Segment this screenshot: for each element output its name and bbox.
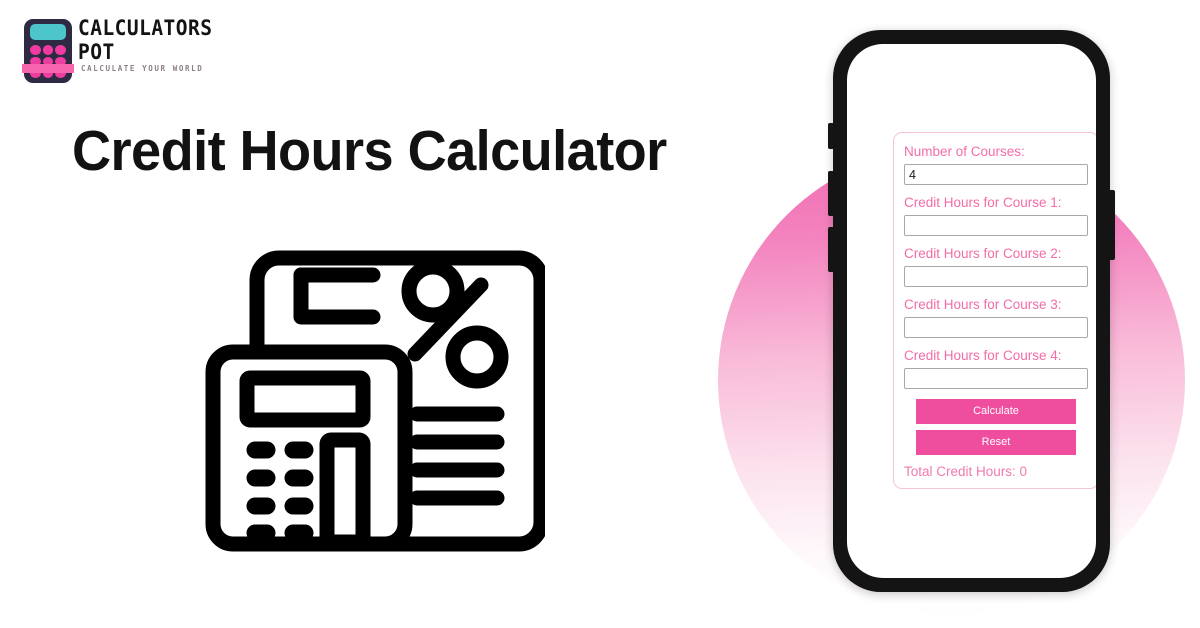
site-logo[interactable]: CALCULATORS POT CALCULATE YOUR WORLD [22, 16, 252, 88]
input-credit-hours-course-1[interactable] [904, 215, 1088, 236]
calculate-button[interactable]: Calculate [916, 399, 1076, 424]
phone-screen: Number of Courses: Credit Hours for Cour… [847, 44, 1096, 578]
page-title: Credit Hours Calculator [72, 119, 667, 183]
label-number-of-courses: Number of Courses: [904, 144, 1025, 159]
logo-word-line2: POT [78, 40, 115, 64]
label-credit-hours-course-3: Credit Hours for Course 3: [904, 297, 1062, 312]
input-credit-hours-course-2[interactable] [904, 266, 1088, 287]
input-credit-hours-course-3[interactable] [904, 317, 1088, 338]
logo-word-line1: CALCULATORS [78, 16, 213, 40]
page-canvas: CALCULATORS POT CALCULATE YOUR WORLD Cre… [0, 0, 1200, 628]
phone-mockup: Number of Courses: Credit Hours for Cour… [828, 30, 1115, 592]
label-credit-hours-course-4: Credit Hours for Course 4: [904, 348, 1062, 363]
input-number-of-courses[interactable] [904, 164, 1088, 185]
field-credit-hours-course-1: Credit Hours for Course 1: [904, 194, 1088, 236]
reset-button[interactable]: Reset [916, 430, 1076, 455]
field-credit-hours-course-2: Credit Hours for Course 2: [904, 245, 1088, 287]
power-button[interactable] [1109, 190, 1115, 260]
field-credit-hours-course-4: Credit Hours for Course 4: [904, 347, 1088, 389]
logo-tagline: CALCULATE YOUR WORLD [81, 64, 204, 73]
calculator-key [30, 45, 41, 55]
volume-down-button[interactable] [828, 227, 834, 272]
label-credit-hours-course-1: Credit Hours for Course 1: [904, 195, 1062, 210]
calculator-icon [24, 19, 72, 83]
calculator-key [42, 45, 54, 55]
input-credit-hours-course-4[interactable] [904, 368, 1088, 389]
label-credit-hours-course-2: Credit Hours for Course 2: [904, 246, 1062, 261]
logo-tagline-row: CALCULATE YOUR WORLD [22, 64, 203, 73]
document-calculator-percent-icon [205, 228, 545, 568]
logo-wordmark: CALCULATORS POT [78, 16, 253, 64]
calculator-screen-icon [30, 24, 66, 40]
field-credit-hours-course-3: Credit Hours for Course 3: [904, 296, 1088, 338]
silent-switch[interactable] [828, 123, 834, 149]
credit-hours-calculator-form: Number of Courses: Credit Hours for Cour… [893, 132, 1096, 489]
form-actions: Calculate Reset [904, 399, 1088, 455]
calculator-keys-icon [30, 45, 66, 78]
calculator-key [55, 45, 66, 55]
field-number-of-courses: Number of Courses: [904, 143, 1088, 185]
volume-up-button[interactable] [828, 171, 834, 216]
logo-accent-bar [22, 64, 74, 73]
total-credit-hours-result: Total Credit Hours: 0 [904, 464, 1028, 479]
